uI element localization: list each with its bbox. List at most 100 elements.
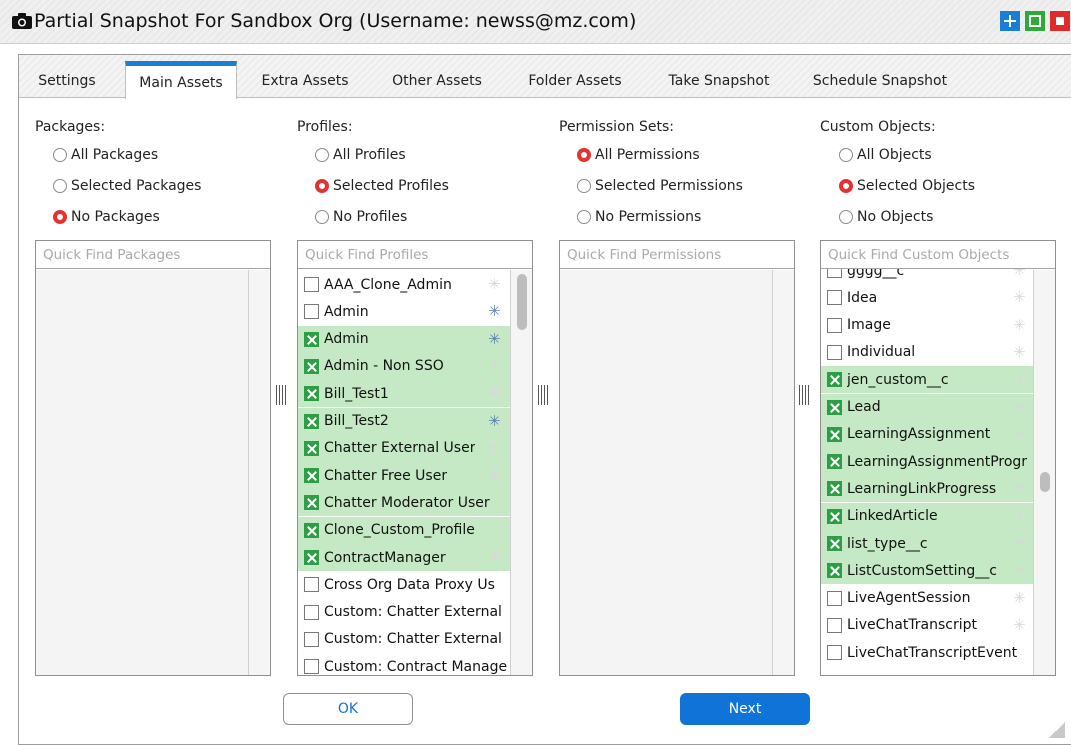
close-icon[interactable] (1050, 11, 1070, 31)
checkbox-checked[interactable] (827, 426, 842, 442)
permissions-search-input[interactable]: Quick Find Permissions (560, 241, 794, 269)
list-item[interactable]: Cross Org Data Proxy Us (298, 571, 510, 598)
custom-objects-scrollbar[interactable] (1033, 270, 1055, 675)
list-item[interactable]: Individual ✳ (821, 339, 1034, 366)
checkbox-checked[interactable] (304, 386, 319, 402)
checkbox[interactable] (827, 617, 842, 633)
radio-button[interactable] (315, 148, 329, 162)
radio-button[interactable] (839, 148, 853, 162)
tab-other-assets[interactable]: Other Assets (381, 61, 493, 98)
next-button[interactable]: Next (680, 693, 810, 725)
radio-button[interactable] (315, 210, 329, 224)
radio-button-selected[interactable] (577, 148, 591, 162)
custom-objects-search-input[interactable]: Quick Find Custom Objects (821, 241, 1055, 269)
list-item[interactable]: LiveAgentSession ✳ (821, 585, 1034, 612)
list-item[interactable]: Admin - Non SSO ✳ (298, 352, 510, 380)
checkbox-checked[interactable] (304, 413, 319, 429)
radio-selected-profiles[interactable]: Selected Profiles (315, 176, 449, 196)
radio-no-objects[interactable]: No Objects (839, 207, 933, 227)
list-item[interactable]: Admin ✳ (298, 325, 510, 353)
permissions-scrollbar[interactable] (772, 270, 794, 675)
radio-no-permissions[interactable]: No Permissions (577, 207, 701, 227)
list-item[interactable]: LearningAssignment ✳ (821, 420, 1034, 448)
checkbox[interactable] (827, 290, 842, 306)
radio-all-packages[interactable]: All Packages (53, 145, 158, 165)
radio-selected-objects[interactable]: Selected Objects (839, 176, 975, 196)
list-item[interactable]: Bill_Test1 ✳ (298, 380, 510, 408)
list-item[interactable]: Chatter Moderator User (298, 489, 510, 517)
checkbox-checked[interactable] (827, 372, 842, 388)
checkbox[interactable] (827, 590, 842, 606)
checkbox-checked[interactable] (304, 358, 319, 374)
checkbox[interactable] (304, 604, 319, 620)
list-item[interactable]: LiveChatTranscript ✳ (821, 612, 1034, 639)
resize-grip-icon[interactable] (1049, 722, 1065, 738)
profiles-scrollbar[interactable] (510, 270, 532, 675)
checkbox[interactable] (304, 577, 319, 593)
checkbox[interactable] (827, 645, 842, 661)
radio-button[interactable] (577, 210, 591, 224)
checkbox[interactable] (827, 269, 842, 278)
radio-button-selected[interactable] (839, 179, 853, 193)
list-item[interactable]: Chatter Free User ✳ (298, 462, 510, 490)
list-item[interactable]: AAA_Clone_Admin ✳ (298, 271, 510, 298)
splitter-handle[interactable] (538, 385, 550, 405)
tab-extra-assets[interactable]: Extra Assets (253, 61, 357, 98)
list-item[interactable]: list_type__c ✳ (821, 530, 1034, 557)
tab-main-assets[interactable]: Main Assets (125, 61, 237, 99)
tab-folder-assets[interactable]: Folder Assets (515, 61, 635, 98)
splitter-handle[interactable] (799, 385, 811, 405)
list-item[interactable]: LearningLinkProgress ✳ (821, 475, 1034, 503)
list-item[interactable]: Custom: Contract Manage (298, 653, 510, 675)
radio-no-packages[interactable]: No Packages (53, 207, 160, 227)
radio-selected-packages[interactable]: Selected Packages (53, 176, 201, 196)
list-item[interactable]: Clone_Custom_Profile (298, 516, 510, 544)
radio-all-permissions[interactable]: All Permissions (577, 145, 700, 165)
list-item[interactable]: gggg__c ✳ (821, 269, 1034, 284)
tab-schedule-snapshot[interactable]: Schedule Snapshot (805, 61, 955, 98)
list-item[interactable]: Custom: Chatter External (298, 599, 510, 626)
tab-take-snapshot[interactable]: Take Snapshot (655, 61, 783, 98)
checkbox-checked[interactable] (304, 468, 319, 484)
radio-button[interactable] (839, 210, 853, 224)
radio-button[interactable] (577, 179, 591, 193)
checkbox-checked[interactable] (827, 508, 842, 524)
radio-button-selected[interactable] (315, 179, 329, 193)
tab-settings[interactable]: Settings (27, 61, 107, 98)
packages-search-input[interactable]: Quick Find Packages (36, 241, 270, 269)
list-item[interactable]: LearningAssignmentProgr (821, 448, 1034, 476)
list-item[interactable]: Lead ✳ (821, 393, 1034, 421)
list-item[interactable]: Admin ✳ (298, 298, 510, 325)
checkbox[interactable] (304, 659, 319, 675)
checkbox[interactable] (304, 277, 319, 292)
list-item[interactable]: Image ✳ (821, 312, 1034, 339)
maximize-icon[interactable] (1025, 11, 1045, 31)
list-item[interactable]: ContractManager ✳ (298, 544, 510, 571)
list-item[interactable]: LiveChatTranscriptEvent (821, 639, 1034, 666)
checkbox-checked[interactable] (827, 536, 842, 551)
radio-button[interactable] (53, 148, 67, 162)
packages-scrollbar[interactable] (248, 270, 270, 675)
scroll-thumb[interactable] (1040, 472, 1050, 492)
list-item[interactable]: LinkedArticle ✳ (821, 502, 1034, 530)
radio-all-objects[interactable]: All Objects (839, 145, 932, 165)
radio-button-selected[interactable] (53, 210, 67, 224)
radio-selected-permissions[interactable]: Selected Permissions (577, 176, 743, 196)
list-item[interactable]: Chatter External User ✳ (298, 434, 510, 462)
checkbox-checked[interactable] (827, 563, 842, 579)
checkbox-checked[interactable] (304, 550, 319, 565)
checkbox-checked[interactable] (304, 440, 319, 456)
list-item[interactable]: Bill_Test2 ✳ (298, 407, 510, 435)
checkbox-checked[interactable] (827, 481, 842, 497)
radio-button[interactable] (53, 179, 67, 193)
ok-button[interactable]: OK (283, 693, 413, 725)
list-item[interactable]: jen_custom__c ✳ (821, 366, 1034, 394)
scroll-thumb[interactable] (517, 274, 527, 330)
checkbox-checked[interactable] (304, 522, 319, 538)
splitter-handle[interactable] (276, 385, 288, 405)
radio-no-profiles[interactable]: No Profiles (315, 207, 407, 227)
radio-all-profiles[interactable]: All Profiles (315, 145, 406, 165)
checkbox-checked[interactable] (827, 454, 842, 470)
plus-icon[interactable] (1000, 11, 1020, 31)
list-item[interactable]: Custom: Chatter External (298, 626, 510, 653)
